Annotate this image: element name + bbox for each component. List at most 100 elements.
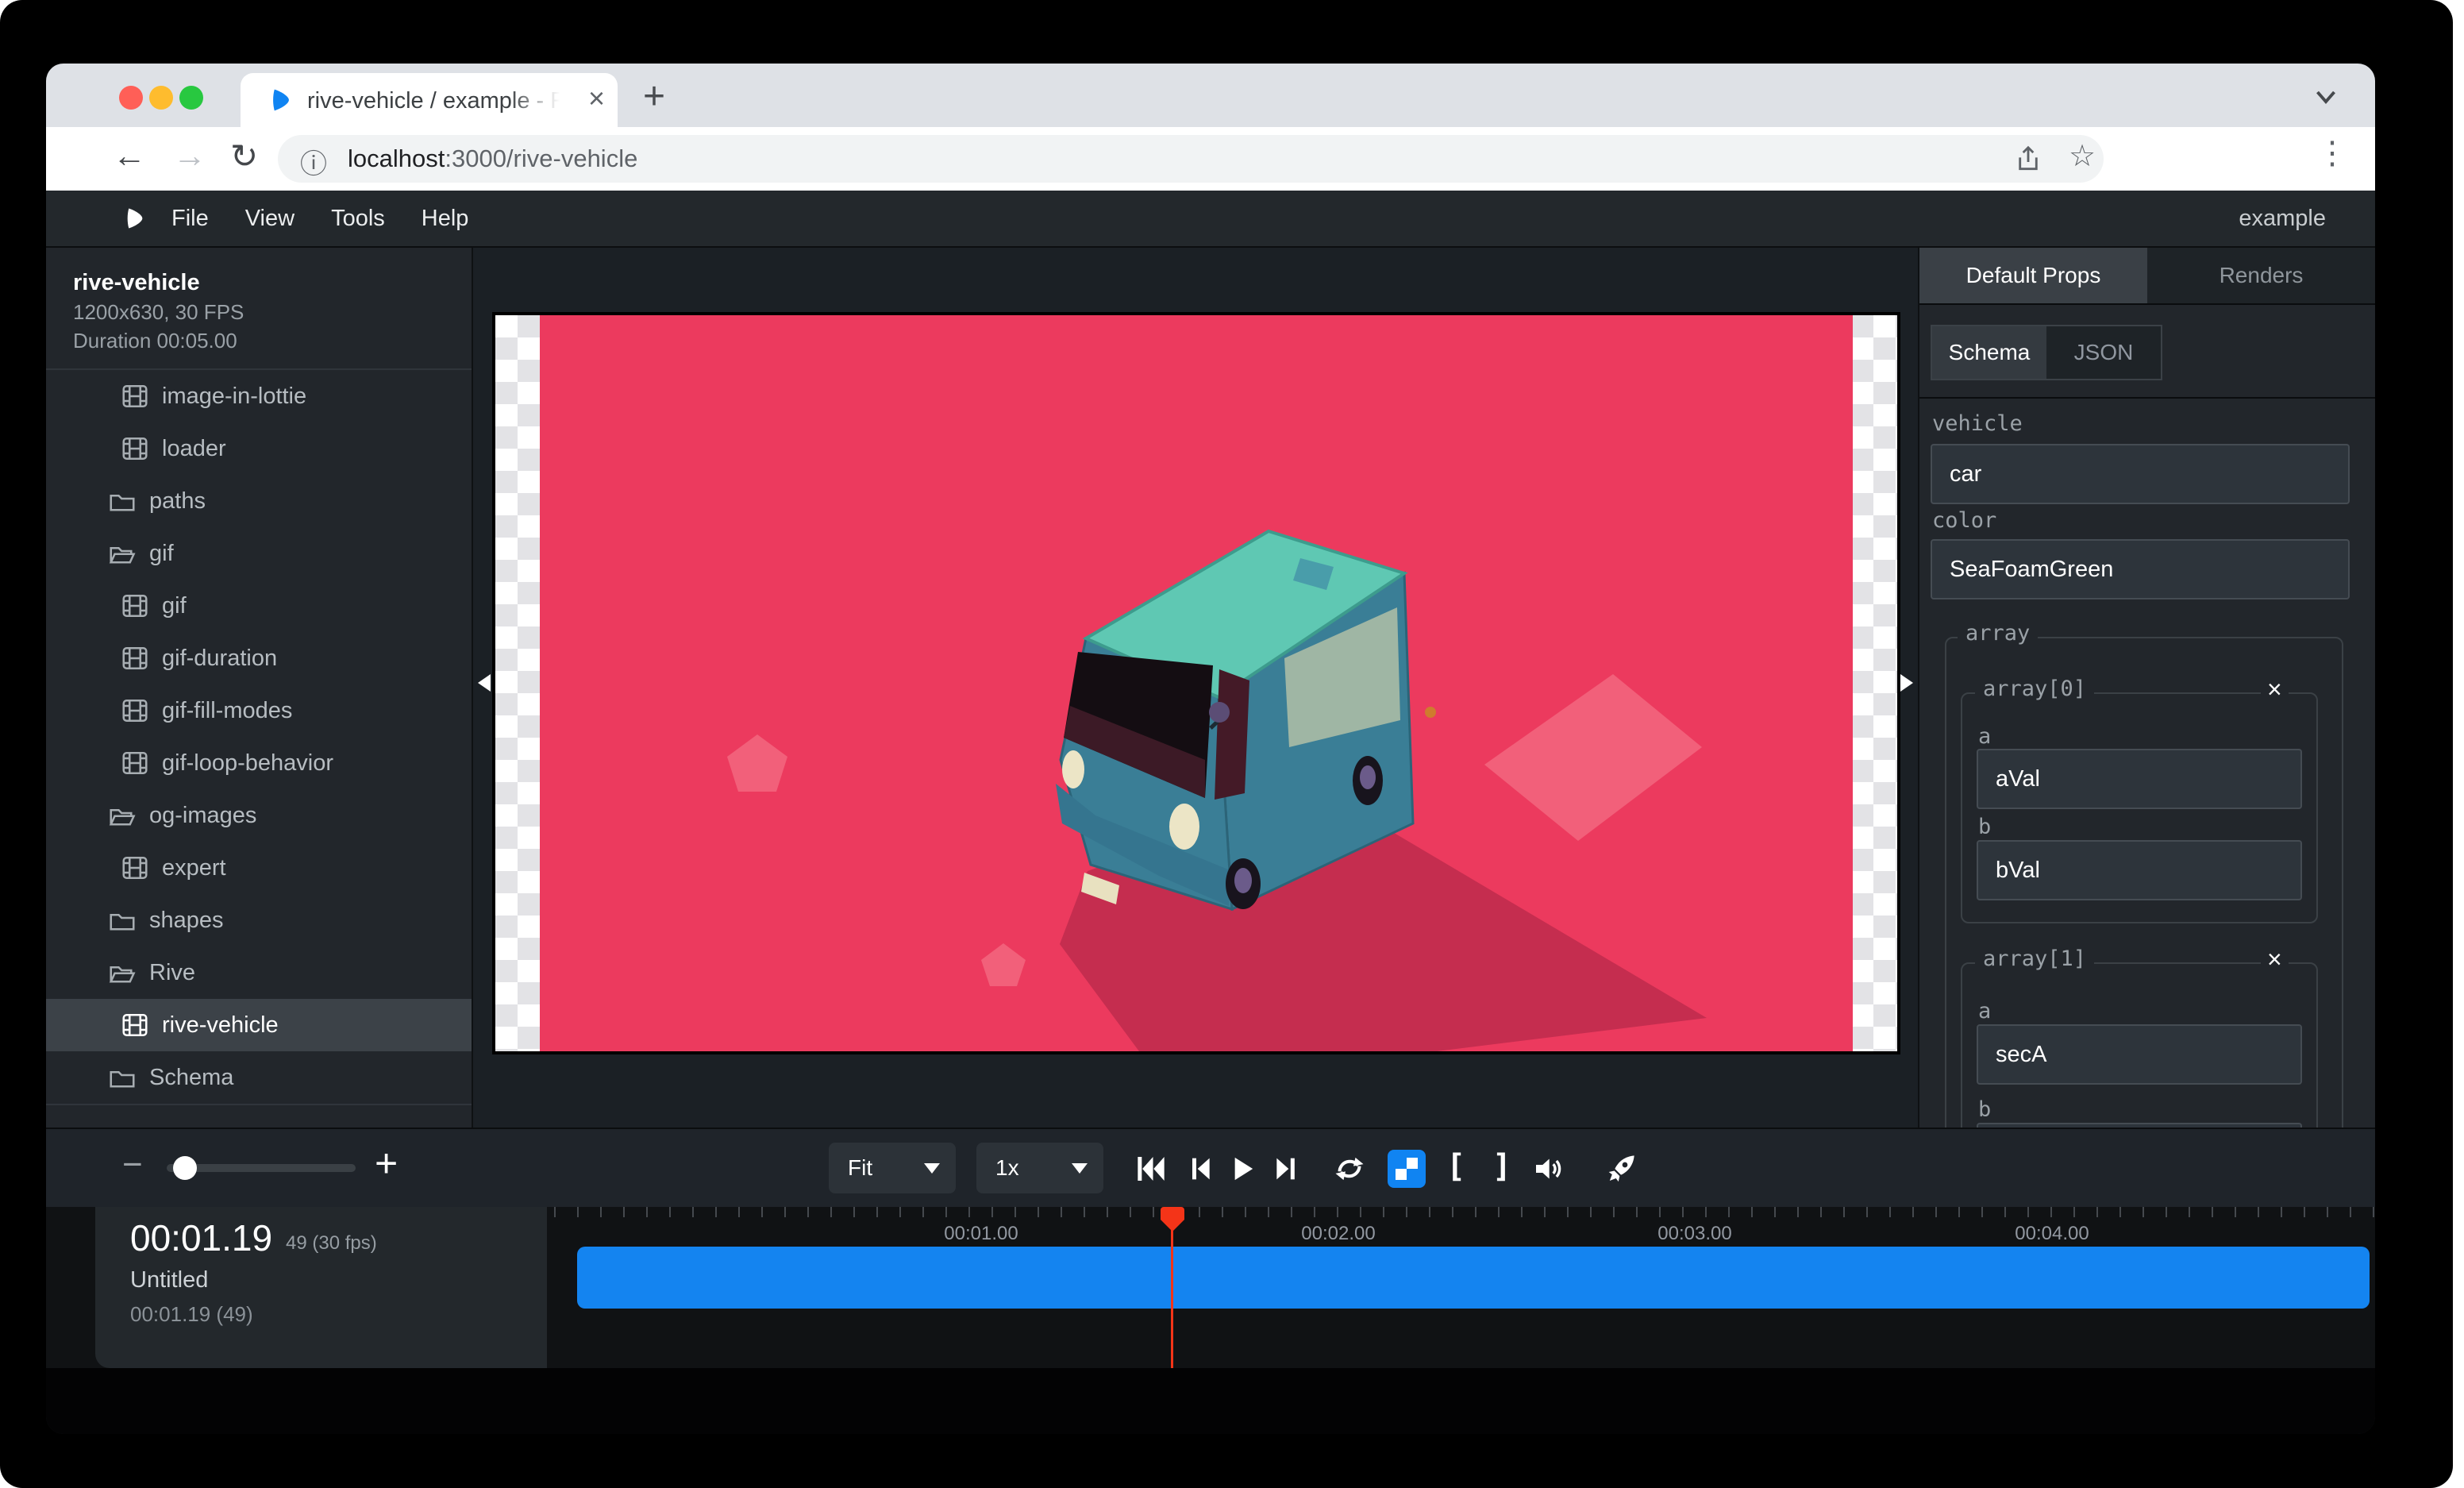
skip-to-start-button[interactable] [1135,1153,1167,1185]
zoom-in-button[interactable]: + [375,1140,398,1186]
menu-file[interactable]: File [171,206,209,232]
collapse-panel-icon[interactable] [1900,674,1913,692]
sidebar-item-gif[interactable]: gif [46,527,472,580]
array-0-legend: array[0] [1975,677,2094,701]
loop-toggle[interactable] [1334,1153,1365,1185]
sidebar-item-expert[interactable]: expert [46,842,472,894]
browser-menu-icon[interactable]: ⋮ [2316,135,2348,172]
folder-closed-icon [108,906,137,935]
playback-speed-dropdown[interactable]: 1x [976,1143,1103,1193]
minimize-window-button[interactable] [149,86,173,110]
film-icon [121,592,149,620]
ruler-label: 00:04.00 [2015,1223,2089,1245]
set-in-point-button[interactable]: [ [1446,1148,1465,1185]
tab-renders[interactable]: Renders [2147,248,2375,303]
speed-dropdown-value: 1x [995,1155,1019,1181]
tab-schema[interactable]: Schema [1932,326,2046,379]
track-name[interactable]: Untitled [130,1267,208,1293]
panel-divider [1919,397,2375,399]
sidebar-item-Rive[interactable]: Rive [46,946,472,999]
share-icon[interactable] [2013,144,2043,174]
next-frame-button[interactable] [1270,1153,1302,1185]
current-frame-info: 49 (30 fps) [286,1232,377,1255]
menu-help[interactable]: Help [422,206,469,232]
array-0-b-input[interactable] [1977,840,2302,900]
array-1-remove-icon[interactable]: × [2261,945,2289,973]
new-tab-button[interactable]: + [643,75,665,118]
tab-default-props[interactable]: Default Props [1919,248,2147,303]
site-info-icon[interactable]: ⓘ [300,142,327,181]
sidebar-item-gif-loop-behavior[interactable]: gif-loop-behavior [46,737,472,789]
desktop-background: rive-vehicle / example - Remoti × + ← → … [0,0,2453,1488]
sidebar-item-label: rive-vehicle [162,1012,279,1039]
sidebar-item-Schema[interactable]: Schema [46,1051,472,1104]
sidebar-item-rive-vehicle[interactable]: rive-vehicle [46,999,472,1051]
sidebar-item-label: og-images [149,803,256,829]
field-label-color: color [1932,508,1996,533]
playhead-marker[interactable] [1161,1207,1184,1220]
track-duration: 00:01.19 (49) [130,1302,253,1327]
pentagon-shape-left [727,734,787,792]
project-resolution: 1200x630, 30 FPS [73,300,244,325]
app-menubar: File View Tools Help example [46,191,2375,248]
timeline-track-bar[interactable] [577,1247,2370,1309]
sidebar-item-gif-duration[interactable]: gif-duration [46,632,472,684]
film-icon [121,749,149,777]
sidebar-item-label: gif-duration [162,646,277,672]
ruler-label: 00:02.00 [1301,1223,1375,1245]
field-label-vehicle: vehicle [1932,411,2023,436]
address-bar[interactable]: ⓘ localhost:3000/rive-vehicle ☆ [278,135,2104,183]
folder-open-icon [108,801,137,830]
set-out-point-button[interactable]: ] [1492,1148,1511,1185]
checkerboard-icon [1396,1158,1418,1180]
transparency-checkerboard-toggle[interactable] [1388,1150,1426,1188]
timeline: 00:01.19 49 (30 fps) Untitled 00:01.19 (… [46,1207,2375,1368]
sidebar-item-og-images[interactable]: og-images [46,789,472,842]
remotion-logo-icon[interactable] [122,206,148,231]
menu-view[interactable]: View [245,206,295,232]
bookmark-star-icon[interactable]: ☆ [2069,138,2096,174]
sidebar-item-paths[interactable]: paths [46,475,472,527]
remotion-favicon-icon [268,87,295,114]
tab-title: rive-vehicle / example - Remoti [307,88,560,114]
sidebar-item-label: gif [162,593,187,619]
collapse-sidebar-icon[interactable] [478,674,491,692]
timeline-ruler[interactable] [554,1207,2375,1217]
vehicle-input[interactable] [1931,444,2350,504]
tab-close-icon[interactable]: × [588,83,605,114]
chevron-down-icon[interactable] [2312,83,2340,111]
url-path: :3000/rive-vehicle [445,145,637,172]
rhombus-shape-right [1484,674,1702,841]
props-panel-tabs: Default Props Renders [1919,248,2375,305]
volume-button[interactable] [1532,1153,1564,1185]
timeline-track-area[interactable]: 00:01.0000:02.0000:03.0000:04.00 [554,1207,2375,1368]
sidebar-item-loader[interactable]: loader [46,422,472,475]
folder-open-icon [108,958,137,987]
color-input[interactable] [1931,539,2350,599]
sidebar-item-image-in-lottie[interactable]: image-in-lottie [46,370,472,422]
sidebar-item-gif[interactable]: gif [46,580,472,632]
back-button[interactable]: ← [113,137,146,175]
array-0-a-input[interactable] [1977,749,2302,809]
fast-refresh-rocket-icon[interactable] [1605,1153,1637,1185]
previous-frame-button[interactable] [1184,1153,1216,1185]
array-1-b-label: b [1978,1097,1991,1122]
close-window-button[interactable] [119,86,143,110]
array-0-remove-icon[interactable]: × [2261,675,2289,704]
array-1-a-input[interactable] [1977,1024,2302,1085]
fit-dropdown[interactable]: Fit [829,1143,956,1193]
zoom-window-button[interactable] [179,86,203,110]
bottom-strip [46,1368,2375,1434]
zoom-slider-thumb[interactable] [173,1156,197,1180]
sidebar-item-shapes[interactable]: shapes [46,894,472,946]
zoom-out-button[interactable]: − [122,1145,143,1185]
menu-tools[interactable]: Tools [331,206,385,232]
tab-json[interactable]: JSON [2046,326,2161,379]
reload-button[interactable]: ↻ [230,137,258,175]
forward-button[interactable]: → [173,137,206,175]
sidebar-item-gif-fill-modes[interactable]: gif-fill-modes [46,684,472,737]
props-panel: Default Props Renders Schema JSON vehicl… [1918,248,2375,1128]
play-button[interactable] [1226,1153,1257,1185]
sidebar-item-label: image-in-lottie [162,384,306,410]
browser-tab[interactable]: rive-vehicle / example - Remoti × [241,73,618,127]
